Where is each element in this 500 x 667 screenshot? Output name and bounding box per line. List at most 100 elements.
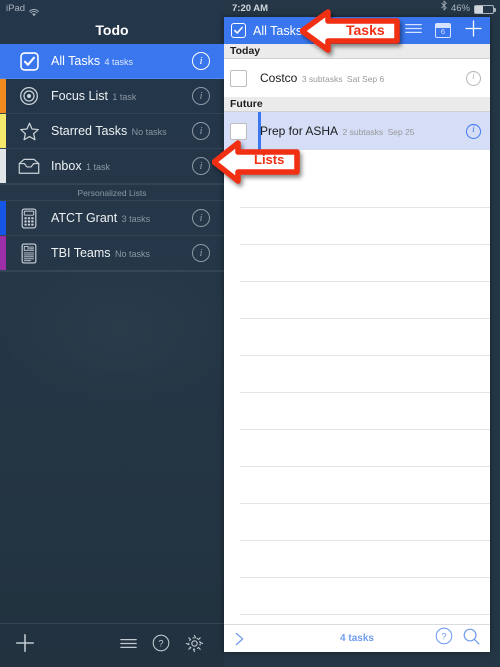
wifi-icon <box>29 6 39 16</box>
add-list-button[interactable] <box>14 632 36 659</box>
calendar-badge: 6 <box>440 27 446 36</box>
tasks-panel: All Tasks 6 Today Costco 3 subtasks Sat … <box>224 17 490 652</box>
sidebar-item-all-tasks[interactable]: All Tasks 4 tasks i <box>0 44 224 79</box>
empty-task-row[interactable] <box>240 319 490 356</box>
help-icon[interactable]: ? <box>152 634 170 657</box>
task-info-button[interactable]: i <box>466 123 481 139</box>
status-bar-right: 46% <box>441 0 496 17</box>
task-info-button[interactable]: i <box>466 70 481 86</box>
task-due-date: Sep 25 <box>387 127 415 137</box>
info-button[interactable]: i <box>192 244 210 262</box>
sidebar-toolbar-actions: ? <box>120 634 204 658</box>
list-color-swatch <box>0 114 6 148</box>
annotation-label: Lists <box>254 152 285 167</box>
empty-task-row[interactable] <box>240 208 490 245</box>
info-button[interactable]: i <box>192 157 210 175</box>
sidebar-item-text: All Tasks 4 tasks <box>51 52 192 70</box>
help-icon[interactable]: ? <box>435 627 453 650</box>
task-checkbox[interactable] <box>230 122 247 140</box>
task-checkbox[interactable] <box>230 69 247 87</box>
sidebar-item-label: ATCT Grant <box>51 211 118 225</box>
expand-panel-button[interactable] <box>233 631 246 647</box>
empty-task-row[interactable] <box>240 356 490 393</box>
lists-sidebar: Todo All Tasks 4 tasks i Focus List 1 ta… <box>0 17 224 667</box>
sidebar-item-text: Focus List 1 task <box>51 87 192 105</box>
sidebar-item-label: Focus List <box>51 89 108 103</box>
sidebar-item-starred-tasks[interactable]: Starred Tasks No tasks i <box>0 114 224 149</box>
sidebar-item-count: 1 task <box>112 92 137 102</box>
svg-text:?: ? <box>158 638 163 648</box>
ios-status-bar: iPad 7:20 AM 46% <box>0 0 500 17</box>
empty-task-row[interactable] <box>240 504 490 541</box>
sidebar-item-text: TBI Teams No tasks <box>51 244 192 262</box>
empty-task-row[interactable] <box>240 282 490 319</box>
sidebar-list-end-divider <box>0 271 224 272</box>
empty-task-rows <box>224 171 490 652</box>
empty-task-row[interactable] <box>240 430 490 467</box>
plus-icon[interactable] <box>464 19 483 43</box>
sidebar-item-focus-list[interactable]: Focus List 1 task i <box>0 79 224 114</box>
info-button[interactable]: i <box>192 87 210 105</box>
sidebar-item-count: No tasks <box>131 127 167 137</box>
status-bar-left: iPad <box>6 0 39 17</box>
sidebar-item-count: No tasks <box>114 249 150 259</box>
target-icon <box>16 83 42 109</box>
footer-actions: ? <box>435 627 481 651</box>
empty-task-row[interactable] <box>240 541 490 578</box>
list-color-swatch <box>0 201 6 235</box>
document-icon <box>16 240 42 266</box>
app-screen: iPad 7:20 AM 46% Todo All Tasks 4 tasks … <box>0 0 500 667</box>
annotation-arrow-tasks: Tasks <box>300 6 400 58</box>
sidebar-item-label: TBI Teams <box>51 246 111 260</box>
empty-task-row[interactable] <box>240 393 490 430</box>
sidebar-toolbar: ? <box>0 623 224 667</box>
task-body: Costco 3 subtasks Sat Sep 6 <box>260 69 466 87</box>
bluetooth-icon <box>441 0 447 17</box>
checked-checkbox-icon[interactable] <box>231 23 246 38</box>
sidebar-item-count: 4 tasks <box>104 57 134 67</box>
inbox-icon <box>16 153 42 179</box>
group-header-future: Future <box>224 97 490 112</box>
calculator-icon <box>16 205 42 231</box>
search-icon[interactable] <box>462 627 481 651</box>
personalized-lists-header: Personalized Lists <box>0 184 224 201</box>
sidebar-item-count: 1 task <box>86 162 111 172</box>
list-color-swatch <box>0 236 6 270</box>
tasks-panel-footer: 4 tasks ? <box>224 624 490 652</box>
panel-header-actions: 6 <box>405 19 483 43</box>
hamburger-menu-icon[interactable] <box>120 637 137 655</box>
star-icon <box>16 118 42 144</box>
battery-icon <box>474 5 496 14</box>
info-button[interactable]: i <box>192 209 210 227</box>
status-bar-clock: 7:20 AM <box>232 3 269 14</box>
info-button[interactable]: i <box>192 52 210 70</box>
sidebar-item-inbox[interactable]: Inbox 1 task i <box>0 149 224 184</box>
task-due-date: Sat Sep 6 <box>346 74 385 84</box>
sidebar-item-count: 3 tasks <box>121 214 151 224</box>
task-title: Costco <box>260 71 298 85</box>
empty-task-row[interactable] <box>240 245 490 282</box>
task-subtasks-count: 2 subtasks <box>342 127 384 137</box>
calendar-icon[interactable]: 6 <box>435 23 451 38</box>
list-color-swatch <box>0 149 6 183</box>
sidebar-title: Todo <box>95 22 129 38</box>
sidebar-item-atct-grant[interactable]: ATCT Grant 3 tasks i <box>0 201 224 236</box>
list-color-swatch <box>0 79 6 113</box>
sidebar-item-text: Inbox 1 task <box>51 157 192 175</box>
panel-title: All Tasks <box>253 23 303 38</box>
hamburger-menu-icon[interactable] <box>405 22 422 40</box>
task-row[interactable]: Costco 3 subtasks Sat Sep 6 i <box>224 59 490 97</box>
sidebar-item-text: ATCT Grant 3 tasks <box>51 209 192 227</box>
task-subtasks-count: 3 subtasks <box>301 74 343 84</box>
empty-task-row[interactable] <box>240 467 490 504</box>
svg-text:?: ? <box>441 631 446 641</box>
battery-percent: 46% <box>450 3 470 14</box>
empty-task-row[interactable] <box>240 578 490 615</box>
annotation-label: Tasks <box>346 22 385 38</box>
sidebar-item-label: All Tasks <box>51 54 101 68</box>
checkbox-icon <box>16 48 42 74</box>
info-button[interactable]: i <box>192 122 210 140</box>
gear-icon[interactable] <box>185 634 204 658</box>
task-title: Prep for ASHA <box>260 124 339 138</box>
sidebar-item-tbi-teams[interactable]: TBI Teams No tasks i <box>0 236 224 271</box>
